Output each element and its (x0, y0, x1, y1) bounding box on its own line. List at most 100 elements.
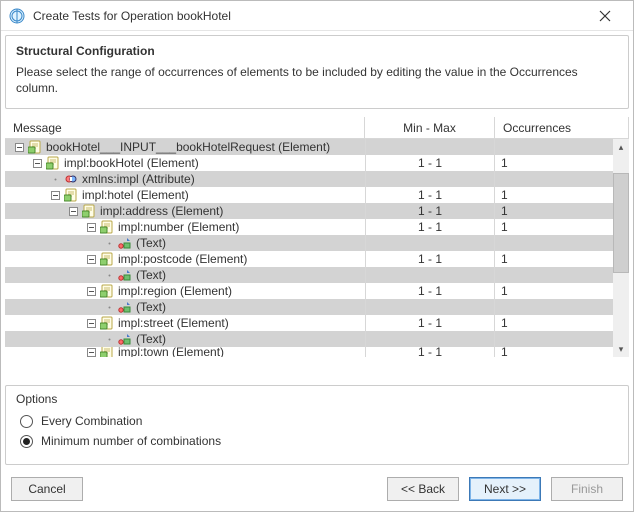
element-icon (99, 316, 115, 330)
radio-label: Every Combination (41, 414, 142, 428)
tree-cell-occurrences[interactable]: 1 (495, 283, 629, 299)
scroll-up-arrow-icon[interactable]: ▴ (613, 139, 629, 155)
options-title: Options (16, 392, 618, 406)
tree-row[interactable]: (Text) (5, 331, 629, 347)
vertical-scrollbar[interactable]: ▴ ▾ (613, 139, 629, 357)
element-icon (99, 284, 115, 298)
tree-row[interactable]: (Text) (5, 235, 629, 251)
radio-minimum-combinations[interactable]: Minimum number of combinations (20, 434, 618, 448)
column-header-message[interactable]: Message (5, 117, 365, 138)
tree-collapse-icon[interactable] (85, 253, 97, 265)
finish-button: Finish (551, 477, 623, 501)
tree-node-label: bookHotel___INPUT___bookHotelRequest (El… (46, 140, 330, 154)
tree-row[interactable]: impl:town (Element) 1 - 11 (5, 347, 629, 357)
tree-row[interactable]: impl:street (Element)1 - 11 (5, 315, 629, 331)
tree-row[interactable]: impl:bookHotel (Element)1 - 11 (5, 155, 629, 171)
tree-node-label: (Text) (136, 268, 166, 282)
text-icon (117, 300, 133, 314)
tree-cell-message[interactable]: bookHotel___INPUT___bookHotelRequest (El… (5, 139, 365, 155)
element-icon (99, 220, 115, 234)
tree-cell-message[interactable]: impl:number (Element) (5, 219, 365, 235)
tree-cell-message[interactable]: (Text) (5, 235, 365, 251)
tree-row[interactable]: (Text) (5, 299, 629, 315)
tree-row[interactable]: impl:number (Element)1 - 11 (5, 219, 629, 235)
tree-collapse-icon[interactable] (85, 347, 97, 357)
tree-cell-occurrences[interactable]: 1 (495, 347, 629, 357)
tree-leaf-icon (103, 333, 115, 345)
scroll-down-arrow-icon[interactable]: ▾ (613, 341, 629, 357)
tree-cell-minmax (365, 139, 495, 155)
tree-node-label: impl:postcode (Element) (118, 252, 247, 266)
element-icon (99, 252, 115, 266)
tree-leaf-icon (103, 237, 115, 249)
tree-cell-message[interactable]: impl:bookHotel (Element) (5, 155, 365, 171)
tree-cell-message[interactable]: (Text) (5, 331, 365, 347)
tree-cell-minmax: 1 - 1 (365, 219, 495, 235)
tree-collapse-icon[interactable] (85, 285, 97, 297)
app-icon (9, 8, 25, 24)
tree-cell-occurrences[interactable]: 1 (495, 219, 629, 235)
tree-row[interactable]: impl:postcode (Element)1 - 11 (5, 251, 629, 267)
tree-cell-minmax: 1 - 1 (365, 347, 495, 357)
tree-collapse-icon[interactable] (31, 157, 43, 169)
window-title: Create Tests for Operation bookHotel (33, 9, 585, 23)
radio-every-combination[interactable]: Every Combination (20, 414, 618, 428)
close-button[interactable] (585, 2, 625, 30)
tree-node-label: impl:address (Element) (100, 204, 223, 218)
tree-row[interactable]: (Text) (5, 267, 629, 283)
tree-node-label: xmlns:impl (Attribute) (82, 172, 195, 186)
tree-node-label: impl:town (Element) (118, 347, 224, 357)
tree-cell-message[interactable]: xmlns:impl (Attribute) (5, 171, 365, 187)
tree-cell-occurrences[interactable]: 1 (495, 155, 629, 171)
tree-row[interactable]: bookHotel___INPUT___bookHotelRequest (El… (5, 139, 629, 155)
tree-collapse-icon[interactable] (85, 317, 97, 329)
cancel-button[interactable]: Cancel (11, 477, 83, 501)
column-header-minmax[interactable]: Min - Max (365, 117, 495, 138)
tree-cell-occurrences[interactable]: 1 (495, 187, 629, 203)
radio-icon (20, 435, 33, 448)
tree-cell-minmax: 1 - 1 (365, 315, 495, 331)
tree-cell-occurrences[interactable] (495, 235, 629, 251)
tree-collapse-icon[interactable] (85, 221, 97, 233)
tree-cell-minmax: 1 - 1 (365, 187, 495, 203)
tree-cell-occurrences[interactable] (495, 331, 629, 347)
tree-row[interactable]: impl:region (Element)1 - 11 (5, 283, 629, 299)
wizard-step-description: Please select the range of occurrences o… (16, 64, 618, 96)
tree-cell-message[interactable]: impl:street (Element) (5, 315, 365, 331)
tree-cell-occurrences[interactable]: 1 (495, 315, 629, 331)
tree-cell-message[interactable]: (Text) (5, 267, 365, 283)
column-header-occurrences[interactable]: Occurrences (495, 117, 629, 138)
tree-node-label: (Text) (136, 332, 166, 346)
wizard-step-title: Structural Configuration (16, 44, 618, 58)
tree-row[interactable]: impl:hotel (Element)1 - 11 (5, 187, 629, 203)
close-icon (599, 10, 611, 22)
tree-cell-message[interactable]: (Text) (5, 299, 365, 315)
tree-cell-message[interactable]: impl:town (Element) (5, 347, 365, 357)
next-button[interactable]: Next >> (469, 477, 541, 501)
attribute-icon (63, 172, 79, 186)
back-button[interactable]: << Back (387, 477, 459, 501)
element-icon (99, 347, 115, 357)
tree-cell-message[interactable]: impl:address (Element) (5, 203, 365, 219)
tree-cell-occurrences[interactable]: 1 (495, 203, 629, 219)
radio-icon (20, 415, 33, 428)
tree-node-label: impl:bookHotel (Element) (64, 156, 199, 170)
scroll-thumb[interactable] (613, 173, 629, 273)
tree-cell-message[interactable]: impl:region (Element) (5, 283, 365, 299)
tree-cell-occurrences[interactable] (495, 267, 629, 283)
tree-cell-occurrences[interactable] (495, 139, 629, 155)
tree-collapse-icon[interactable] (67, 205, 79, 217)
tree-cell-occurrences[interactable] (495, 171, 629, 187)
tree-node-label: impl:region (Element) (118, 284, 232, 298)
radio-label: Minimum number of combinations (41, 434, 221, 448)
tree-collapse-icon[interactable] (49, 189, 61, 201)
tree-row[interactable]: xmlns:impl (Attribute) (5, 171, 629, 187)
tree-cell-minmax: 1 - 1 (365, 203, 495, 219)
tree-row[interactable]: impl:address (Element) 1 - 11 (5, 203, 629, 219)
tree-cell-occurrences[interactable]: 1 (495, 251, 629, 267)
tree-cell-message[interactable]: impl:postcode (Element) (5, 251, 365, 267)
tree-cell-occurrences[interactable] (495, 299, 629, 315)
text-icon (117, 332, 133, 346)
tree-collapse-icon[interactable] (13, 141, 25, 153)
tree-cell-message[interactable]: impl:hotel (Element) (5, 187, 365, 203)
